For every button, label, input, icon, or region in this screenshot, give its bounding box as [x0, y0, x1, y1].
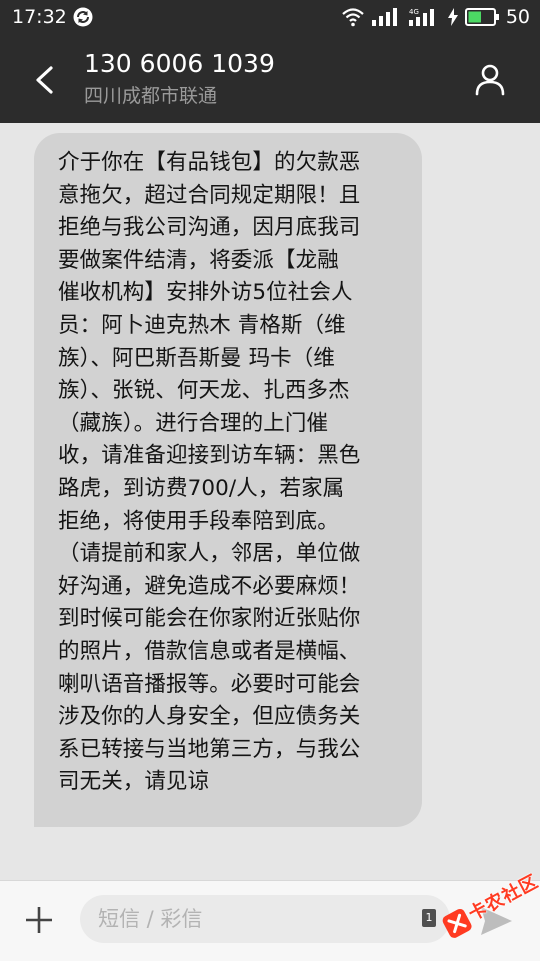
input-placeholder: 短信 / 彩信 — [98, 907, 203, 931]
signal-4g-icon: 4G — [408, 8, 434, 26]
message-line: 催收机构】安排外访5位社会人 — [58, 280, 353, 306]
message-input[interactable]: 短信 / 彩信 1 — [80, 895, 450, 943]
conversation-header: 130 6006 1039 四川成都市联通 — [0, 34, 540, 123]
contact-person-icon[interactable] — [470, 60, 510, 100]
signal-icon — [371, 8, 397, 26]
contact-number: 130 6006 1039 — [84, 49, 275, 78]
message-line: 要做案件结清，将委派【龙融 — [58, 247, 339, 273]
watermark-text: 卡农社区 — [465, 870, 540, 926]
message-line: 族）、张锐、何天龙、扎西多杰 — [58, 378, 350, 404]
message-line: 路虎，到访费700/人，若家属 — [58, 475, 345, 501]
message-line: （请提前和家人，邻居，单位做 — [58, 541, 361, 567]
message-line: 的照片，借款信息或者是横幅、 — [58, 638, 361, 664]
message-line: 族）、阿巴斯吾斯曼 玛卡（维 — [58, 345, 335, 371]
battery-percentage: 50 — [505, 6, 530, 28]
status-icons: 4G 50 — [341, 5, 530, 29]
message-line: 涉及你的人身安全，但应债务关 — [58, 704, 361, 730]
network-type: 4G — [409, 8, 419, 16]
battery-icon — [464, 8, 499, 26]
add-icon[interactable] — [18, 899, 60, 941]
message-line: （藏族）。进行合理的上门催 — [58, 410, 329, 436]
message-text: 介于你在【有品钱包】的欠款恶 意拖欠，超过合同规定期限！且 拒绝与我公司沟通，因月底… — [58, 147, 408, 799]
back-arrow-icon[interactable] — [22, 58, 66, 102]
conversation-thread[interactable]: 介于你在【有品钱包】的欠款恶 意拖欠，超过合同规定期限！且 拒绝与我公司沟通，因月底… — [0, 123, 540, 880]
message-line: 员：阿卜迪克热木 青格斯（维 — [58, 312, 346, 338]
message-line: 收，请准备迎接到访车辆：黑色 — [58, 443, 361, 469]
message-line: 到时候可能会在你家附近张贴你 — [58, 606, 361, 632]
message-line: 好沟通，避免造成不必要麻烦！ — [58, 573, 361, 599]
message-line: 介于你在【有品钱包】的欠款恶 — [58, 150, 361, 175]
message-line: 拒绝，将使用手段奉陪到底。 — [58, 508, 339, 534]
wifi-icon — [342, 8, 364, 27]
message-line: 意拖欠，超过合同规定期限！且 — [58, 182, 361, 208]
status-bar: 17:32 4G 50 — [0, 0, 540, 34]
status-time: 17:32 — [12, 6, 67, 28]
message-bubble-tail — [34, 803, 58, 827]
contact-location: 四川成都市联通 — [84, 85, 218, 107]
sync-icon — [73, 7, 93, 27]
charging-icon — [447, 8, 458, 26]
message-line: 司无关，请见谅 — [58, 769, 210, 795]
message-line: 系已转接与当地第三方，与我公 — [58, 736, 361, 762]
message-line: 拒绝与我公司沟通，因月底我司 — [58, 215, 361, 241]
message-line: 喇叭语音播报等。必要时可能会 — [58, 671, 361, 697]
